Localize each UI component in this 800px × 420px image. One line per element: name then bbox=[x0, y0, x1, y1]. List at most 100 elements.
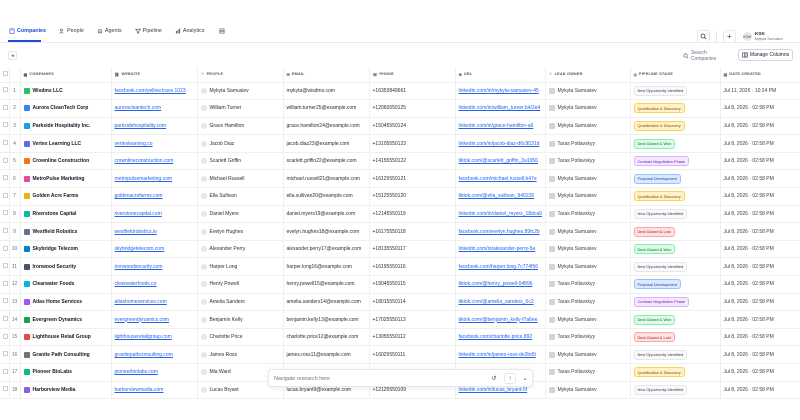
company-cell[interactable]: Clearwater Foods bbox=[20, 275, 112, 294]
lead-owner-cell[interactable]: Taras Potlavskyy bbox=[545, 152, 631, 171]
row-checkbox[interactable] bbox=[3, 228, 8, 234]
person-cell[interactable]: Amelia Sanders bbox=[197, 293, 284, 312]
header-website[interactable]: ⛓ Website bbox=[111, 67, 198, 83]
layout-toggle-button[interactable] bbox=[219, 28, 225, 34]
row-select-cell[interactable] bbox=[0, 169, 10, 189]
table-row[interactable]: 10 Skybridge Telecom skybridgetelecom.com A… bbox=[0, 240, 800, 259]
social-url-link[interactable]: facebook.com/harper.long.7c774f56 bbox=[459, 264, 539, 270]
company-cell[interactable]: Granite Path Consulting bbox=[20, 345, 112, 364]
social-url-link[interactable]: facebook.com/charlotte.price.892 bbox=[459, 334, 533, 340]
row-checkbox[interactable] bbox=[3, 175, 8, 181]
row-select-cell[interactable] bbox=[0, 222, 10, 241]
companies-search-field[interactable]: Search Companies bbox=[683, 50, 733, 62]
url-cell[interactable]: facebook.com/michael.russell.b47e bbox=[455, 169, 546, 189]
row-checkbox[interactable] bbox=[3, 157, 8, 163]
social-url-link[interactable]: linkedin.com/in/james-ross-de2bd9 bbox=[459, 352, 536, 358]
url-cell[interactable]: linkedin.com/in/mykyta-samusiev-45 bbox=[455, 82, 546, 101]
website-link[interactable]: riverstonecapital.com bbox=[115, 211, 162, 217]
person-cell[interactable]: Charlotte Price bbox=[197, 328, 284, 347]
person-cell[interactable]: Ella Sullivan bbox=[197, 187, 284, 206]
row-select-cell[interactable] bbox=[0, 134, 10, 153]
lead-owner-cell[interactable]: Mykyta Samusiev bbox=[545, 381, 631, 400]
add-button[interactable]: + bbox=[722, 30, 736, 43]
phone-cell[interactable]: +15125550120 bbox=[369, 187, 456, 206]
table-row[interactable]: 13 Atlas Home Services atlashomeservices.c… bbox=[0, 293, 800, 312]
phone-cell[interactable]: +18015550114 bbox=[369, 293, 456, 312]
website-link[interactable]: crownlineconstruction.com bbox=[115, 158, 174, 164]
stage-badge[interactable]: Deal Closed & Lost bbox=[633, 332, 675, 343]
pipeline-stage-cell[interactable]: Deal Closed & Won bbox=[630, 134, 721, 153]
pipeline-stage-cell[interactable]: Proposal Development bbox=[630, 169, 721, 189]
row-checkbox[interactable] bbox=[3, 122, 8, 128]
website-link[interactable]: metropulsemarketing.com bbox=[115, 176, 173, 182]
social-url-link[interactable]: linkedin.com/in/mykyta-samusiev-45 bbox=[459, 88, 539, 94]
website-cell[interactable]: metropulsemarketing.com bbox=[111, 169, 198, 189]
table-row[interactable]: 12 Clearwater Foods clearwaterfoods.co Henr… bbox=[0, 275, 800, 294]
website-cell[interactable]: parksidehospitality.com bbox=[111, 117, 198, 136]
email-cell[interactable]: mykyta@wisdms.com bbox=[283, 82, 370, 101]
social-url-link[interactable]: facebook.com/evelyn.hughes.89fc2b bbox=[459, 229, 540, 235]
pipeline-stage-cell[interactable]: New Opportunity Identified bbox=[630, 82, 721, 101]
row-checkbox[interactable] bbox=[3, 245, 8, 251]
social-url-link[interactable]: tiktok.com/@benjamin_kelly-f7a6ee bbox=[459, 317, 538, 323]
website-cell[interactable]: riverstonecapital.com bbox=[111, 205, 198, 224]
expand-button[interactable]: ⌄ bbox=[519, 373, 531, 384]
phone-cell[interactable]: +17025550113 bbox=[369, 310, 456, 329]
nav-analytics[interactable]: Analytics bbox=[175, 28, 204, 34]
header-people[interactable]: ☺ People bbox=[197, 67, 284, 83]
website-cell[interactable]: auroracleantech.com bbox=[111, 99, 198, 118]
lead-owner-cell[interactable]: Mykyta Samusiev bbox=[545, 99, 631, 118]
row-checkbox[interactable] bbox=[3, 263, 8, 269]
website-link[interactable]: vertexlearning.co bbox=[115, 141, 153, 147]
select-all-cell[interactable] bbox=[0, 67, 10, 83]
stage-badge[interactable]: Qualification & Discovery bbox=[633, 120, 685, 131]
phone-cell[interactable]: +12145550119 bbox=[369, 205, 456, 224]
social-url-link[interactable]: linkedin.com/in/william_turner.b4/2e4 bbox=[459, 105, 541, 111]
website-link[interactable]: granitepathconsulting.com bbox=[115, 352, 173, 358]
company-cell[interactable]: Riverstone Capital bbox=[20, 205, 112, 224]
nav-people[interactable]: People bbox=[59, 28, 84, 34]
row-select-cell[interactable] bbox=[0, 345, 10, 364]
url-cell[interactable]: linkedin.com/in/alexander-perry-5a bbox=[455, 240, 546, 259]
company-cell[interactable]: Atlas Home Services bbox=[20, 293, 112, 312]
phone-cell[interactable]: +19045550115 bbox=[369, 275, 456, 294]
lead-owner-cell[interactable]: Mykyta Samusiev bbox=[545, 345, 631, 364]
pipeline-stage-cell[interactable]: Deal Closed & Won bbox=[630, 310, 721, 329]
person-cell[interactable]: Mykyta Samusiev bbox=[197, 82, 284, 101]
row-select-cell[interactable] bbox=[0, 117, 10, 136]
pipeline-stage-cell[interactable]: Proposal Development bbox=[630, 275, 721, 294]
row-select-cell[interactable] bbox=[0, 310, 10, 329]
website-link[interactable]: clearwaterfoods.co bbox=[115, 281, 157, 287]
row-checkbox[interactable] bbox=[3, 280, 8, 286]
website-cell[interactable]: goldenacrefarms.com bbox=[111, 187, 198, 206]
website-link[interactable]: evergreendynamics.com bbox=[115, 317, 169, 323]
header-lead-owner[interactable]: ☺ Lead Owner bbox=[545, 67, 631, 83]
website-cell[interactable]: lighthouseretailgroup.com bbox=[111, 328, 198, 347]
email-cell[interactable]: ella.sullivan20@example.com bbox=[283, 187, 370, 206]
website-cell[interactable]: facebook.com/yellow.trace.1023 bbox=[111, 82, 198, 101]
website-cell[interactable]: granitepathconsulting.com bbox=[111, 345, 198, 364]
table-row[interactable]: 3 Parkside Hospitality Inc. parksidehospit… bbox=[0, 117, 800, 136]
website-cell[interactable]: vertexlearning.co bbox=[111, 134, 198, 153]
website-link[interactable]: lighthouseretailgroup.com bbox=[115, 334, 172, 340]
person-cell[interactable]: Jacob Diaz bbox=[197, 134, 284, 153]
row-select-cell[interactable] bbox=[0, 363, 10, 382]
row-select-cell[interactable] bbox=[0, 293, 10, 312]
pipeline-stage-cell[interactable]: Qualification & Discovery bbox=[630, 363, 721, 382]
url-cell[interactable]: facebook.com/evelyn.hughes.89fc2b bbox=[455, 222, 546, 241]
url-cell[interactable]: tiktok.com/@scarlett_griffin_3a1956 bbox=[455, 152, 546, 171]
email-cell[interactable]: charlotte.price12@example.com bbox=[283, 328, 370, 347]
person-cell[interactable]: Benjamin Kelly bbox=[197, 310, 284, 329]
header-phone[interactable]: ☏ Phone bbox=[369, 67, 456, 83]
person-cell[interactable]: Grace Hamilton bbox=[197, 117, 284, 136]
table-row[interactable]: 8 Riverstone Capital riverstonecapital.com… bbox=[0, 205, 800, 224]
stage-badge[interactable]: Deal Closed & Won bbox=[633, 314, 676, 325]
person-cell[interactable]: Henry Powell bbox=[197, 275, 284, 294]
row-checkbox[interactable] bbox=[3, 351, 8, 357]
email-cell[interactable]: jacob.diaz23@example.com bbox=[283, 134, 370, 153]
website-link[interactable]: goldenacrefarms.com bbox=[115, 193, 163, 199]
account-menu[interactable]: KSK KSK Mykyta Samusiev bbox=[740, 31, 786, 42]
manage-columns-button[interactable]: Manage Columns bbox=[738, 49, 793, 61]
url-cell[interactable]: linkedin.com/in/william_turner.b4/2e4 bbox=[455, 99, 546, 118]
phone-cell[interactable]: +13105550123 bbox=[369, 134, 456, 153]
